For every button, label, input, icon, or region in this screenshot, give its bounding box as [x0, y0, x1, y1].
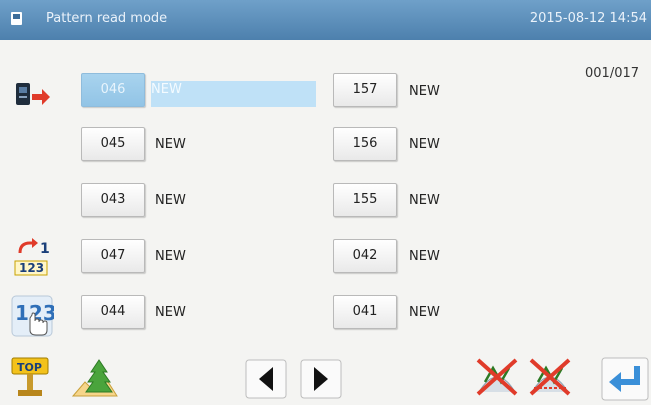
pattern-name: NEW	[155, 137, 186, 152]
pattern-number-button[interactable]: 156	[333, 127, 397, 161]
previous-page-button[interactable]	[245, 356, 287, 401]
pattern-number-button[interactable]: 041	[333, 295, 397, 329]
pattern-number-button[interactable]: 043	[81, 183, 145, 217]
pattern-name: NEW	[155, 305, 186, 320]
page-counter: 001/017	[585, 66, 640, 81]
top-button[interactable]: TOP	[8, 356, 54, 401]
pattern-name: NEW	[409, 305, 440, 320]
pattern-number-button[interactable]: 044	[81, 295, 145, 329]
enter-button[interactable]	[601, 356, 649, 401]
pattern-name: NEW	[409, 193, 440, 208]
sort-label-bottom: 123	[19, 261, 44, 275]
pattern-number-button[interactable]: 046	[81, 73, 145, 107]
next-page-button[interactable]	[300, 356, 342, 401]
pattern-name: NEW	[409, 84, 440, 99]
tree-image-icon[interactable]	[71, 356, 119, 401]
pattern-name: NEW	[409, 137, 440, 152]
datetime-display: 2015-08-12 14:54	[529, 11, 647, 26]
top-label: TOP	[17, 361, 42, 374]
pattern-number-button[interactable]: 047	[81, 239, 145, 273]
title-bar: Pattern read mode 2015-08-12 14:54	[0, 0, 651, 40]
pattern-number-button[interactable]: 157	[333, 73, 397, 107]
window-title: Pattern read mode	[46, 11, 168, 26]
pattern-name: NEW	[155, 193, 186, 208]
pattern-number-button[interactable]: 045	[81, 127, 145, 161]
window-icon	[11, 12, 22, 25]
pattern-number-button[interactable]: 155	[333, 183, 397, 217]
pattern-name: NEW	[155, 249, 186, 264]
read-pattern-icon[interactable]	[12, 77, 52, 113]
pattern-number-button[interactable]: 042	[333, 239, 397, 273]
pattern-name: NEW	[151, 81, 316, 107]
numeric-select-button[interactable]: 123	[10, 294, 57, 338]
sort-order-button[interactable]: 1 123	[12, 237, 52, 281]
pattern-name: NEW	[409, 249, 440, 264]
sort-label-top: 1	[40, 241, 50, 257]
delete-pattern-button[interactable]	[473, 352, 521, 401]
delete-all-button[interactable]	[526, 352, 574, 401]
